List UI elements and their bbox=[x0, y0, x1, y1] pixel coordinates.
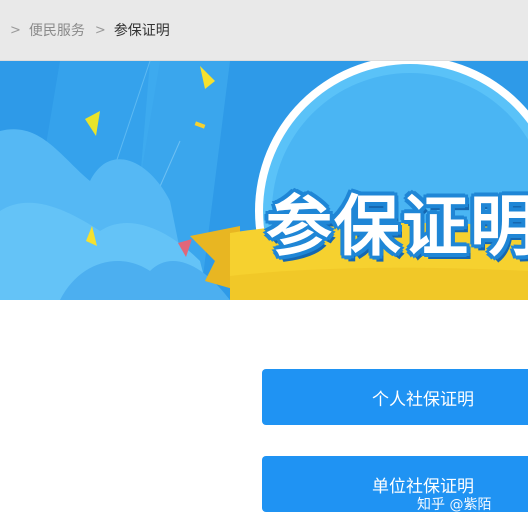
breadcrumb-link-services[interactable]: 便民服务 bbox=[29, 20, 85, 40]
banner-title: 参保证明 bbox=[266, 188, 528, 265]
personal-certificate-button[interactable]: 个人社保证明 bbox=[262, 369, 528, 425]
banner: 参保证明 bbox=[0, 61, 528, 300]
breadcrumb-separator: > bbox=[10, 22, 21, 38]
watermark: 知乎 @紫陌 bbox=[417, 497, 492, 513]
breadcrumb: > 便民服务 > 参保证明 bbox=[0, 0, 528, 61]
breadcrumb-current: 参保证明 bbox=[113, 23, 170, 39]
breadcrumb-separator: > bbox=[94, 22, 106, 38]
